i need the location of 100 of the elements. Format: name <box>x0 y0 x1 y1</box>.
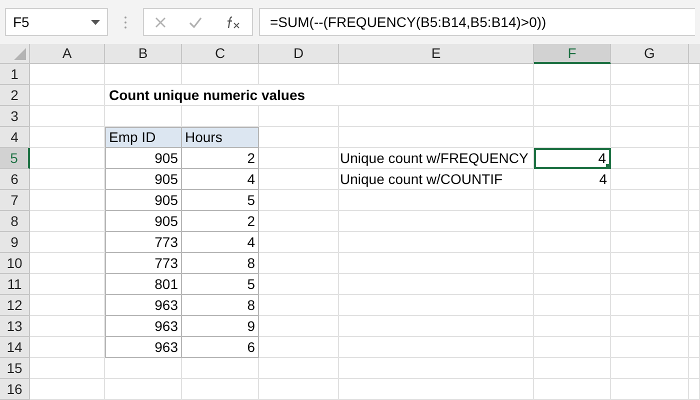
row-header[interactable]: 13 <box>0 316 30 337</box>
empty-cell[interactable] <box>339 211 534 232</box>
row-header[interactable]: 10 <box>0 253 30 274</box>
row-header[interactable]: 12 <box>0 295 30 316</box>
empty-cell[interactable] <box>105 64 182 85</box>
empty-cell[interactable] <box>339 337 534 358</box>
row-header[interactable]: 15 <box>0 358 30 379</box>
empty-cell[interactable] <box>339 295 534 316</box>
empty-cell[interactable] <box>534 64 611 85</box>
empty-cell[interactable] <box>339 85 534 106</box>
row-header[interactable]: 6 <box>0 169 30 190</box>
empty-cell[interactable] <box>339 379 534 400</box>
empty-cell[interactable] <box>534 253 611 274</box>
empty-cell[interactable] <box>689 148 700 169</box>
empty-cell[interactable] <box>534 127 611 148</box>
empty-cell[interactable] <box>182 64 259 85</box>
empty-cell[interactable] <box>534 106 611 127</box>
empty-cell[interactable] <box>339 106 534 127</box>
empty-cell[interactable] <box>611 211 689 232</box>
empty-cell[interactable] <box>611 379 689 400</box>
empty-cell[interactable] <box>689 253 700 274</box>
empty-cell[interactable] <box>339 190 534 211</box>
empty-cell[interactable] <box>611 274 689 295</box>
empty-cell[interactable] <box>611 169 689 190</box>
empty-cell[interactable] <box>611 253 689 274</box>
empty-cell[interactable] <box>611 232 689 253</box>
empty-cell[interactable] <box>611 295 689 316</box>
empty-cell[interactable] <box>339 253 534 274</box>
empty-cell[interactable] <box>339 358 534 379</box>
empty-cell[interactable] <box>689 337 700 358</box>
empty-cell[interactable] <box>611 358 689 379</box>
row-header[interactable]: 3 <box>0 106 30 127</box>
column-header[interactable]: E <box>339 44 534 64</box>
empty-cell[interactable] <box>689 211 700 232</box>
empty-cell[interactable] <box>689 127 700 148</box>
column-header[interactable]: A <box>30 44 105 64</box>
column-header[interactable] <box>689 44 700 64</box>
name-box[interactable]: F5 <box>5 8 108 36</box>
row-header[interactable]: 7 <box>0 190 30 211</box>
empty-cell[interactable] <box>259 379 339 400</box>
result-cell[interactable]: 4 <box>534 169 611 190</box>
empty-cell[interactable] <box>259 106 339 127</box>
cancel-icon[interactable] <box>155 16 166 28</box>
column-header[interactable]: G <box>611 44 689 64</box>
row-header[interactable]: 14 <box>0 337 30 358</box>
result-cell[interactable]: 4 <box>534 148 611 169</box>
column-header[interactable]: F <box>534 44 611 64</box>
empty-cell[interactable] <box>611 64 689 85</box>
empty-cell[interactable] <box>339 316 534 337</box>
empty-cell[interactable] <box>689 274 700 295</box>
row-header[interactable]: 4 <box>0 127 30 148</box>
empty-cell[interactable] <box>689 169 700 190</box>
column-header[interactable]: B <box>105 44 182 64</box>
row-header[interactable]: 9 <box>0 232 30 253</box>
empty-cell[interactable] <box>611 85 689 106</box>
empty-cell[interactable] <box>689 316 700 337</box>
empty-cell[interactable] <box>534 190 611 211</box>
empty-cell[interactable] <box>611 337 689 358</box>
empty-cell[interactable] <box>534 316 611 337</box>
empty-cell[interactable] <box>182 379 259 400</box>
empty-cell[interactable] <box>339 127 534 148</box>
empty-cell[interactable] <box>689 358 700 379</box>
empty-cell[interactable] <box>534 211 611 232</box>
empty-cell[interactable] <box>689 85 700 106</box>
row-header[interactable]: 5 <box>0 148 30 169</box>
empty-cell[interactable] <box>611 106 689 127</box>
fill-handle[interactable] <box>606 164 611 169</box>
row-header[interactable]: 16 <box>0 379 30 400</box>
empty-cell[interactable] <box>259 358 339 379</box>
empty-cell[interactable] <box>534 274 611 295</box>
select-all-corner[interactable] <box>0 44 30 64</box>
empty-cell[interactable] <box>689 190 700 211</box>
empty-cell[interactable] <box>339 274 534 295</box>
row-header[interactable]: 2 <box>0 85 30 106</box>
empty-cell[interactable] <box>339 232 534 253</box>
row-header[interactable]: 11 <box>0 274 30 295</box>
empty-cell[interactable] <box>339 64 534 85</box>
empty-cell[interactable] <box>105 379 182 400</box>
empty-cell[interactable] <box>611 127 689 148</box>
empty-cell[interactable] <box>534 379 611 400</box>
checkmark-icon[interactable] <box>188 16 202 28</box>
empty-cell[interactable] <box>534 232 611 253</box>
empty-cell[interactable] <box>611 148 689 169</box>
column-header[interactable]: C <box>182 44 259 64</box>
formula-field[interactable]: =SUM(--(FREQUENCY(B5:B14,B5:B14)>0)) <box>259 8 695 36</box>
empty-cell[interactable] <box>534 295 611 316</box>
empty-cell[interactable] <box>611 316 689 337</box>
row-header[interactable]: 1 <box>0 64 30 85</box>
empty-cell[interactable] <box>689 295 700 316</box>
empty-cell[interactable] <box>534 85 611 106</box>
empty-cell[interactable] <box>534 358 611 379</box>
row-header[interactable]: 8 <box>0 211 30 232</box>
column-header[interactable]: D <box>259 44 339 64</box>
empty-cell[interactable] <box>611 190 689 211</box>
empty-cell[interactable] <box>689 106 700 127</box>
function-icon[interactable] <box>224 16 241 28</box>
empty-cell[interactable] <box>689 232 700 253</box>
empty-cell[interactable] <box>534 337 611 358</box>
empty-cell[interactable] <box>259 64 339 85</box>
empty-cell[interactable] <box>689 379 700 400</box>
